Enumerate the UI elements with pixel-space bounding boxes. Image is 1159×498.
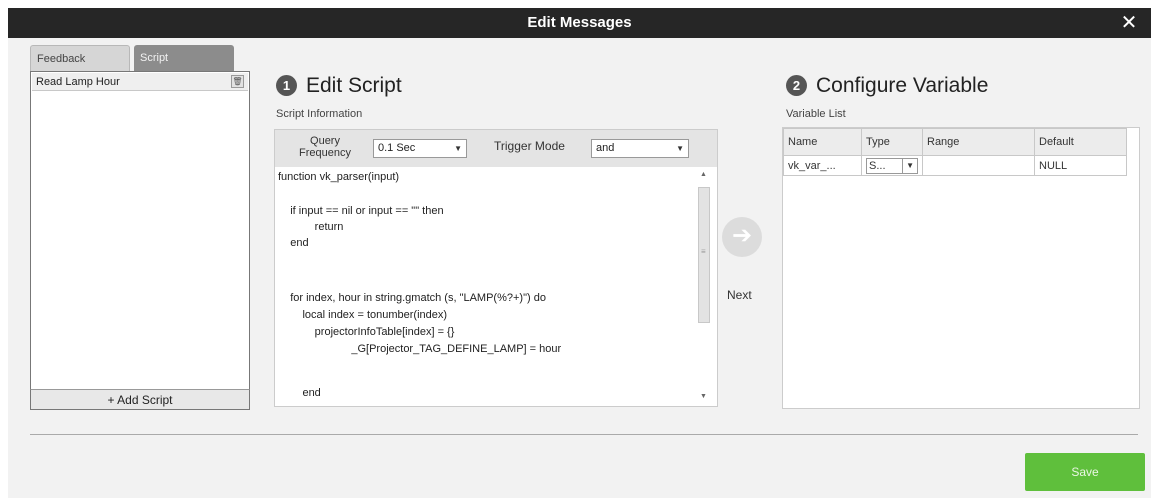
scrollbar-thumb[interactable]: ≡ [698,187,710,323]
script-item-read-lamp-hour[interactable]: Read Lamp Hour 🗑 [32,73,248,91]
code-line: end [278,387,321,399]
trigger-mode-select[interactable]: and ▼ [591,139,689,158]
tab-feedback[interactable]: Feedback [30,45,130,71]
tab-script[interactable]: Script [134,45,234,71]
table-header-row: Name Type Range Default [783,128,1127,156]
variable-name-cell[interactable]: vk_var_... [783,155,862,176]
arrow-right-icon: ➔ [731,222,753,249]
window-title: Edit Messages [527,14,632,31]
add-script-button[interactable]: + Add Script [30,389,250,410]
variable-table: Name Type Range Default vk_var_... S... … [783,128,1127,176]
trash-icon[interactable]: 🗑 [231,75,244,88]
code-line: if input == nil or input == "" then [278,205,444,217]
edit-script-title: Edit Script [306,74,402,97]
edit-messages-dialog: Feedback Script Read Lamp Hour 🗑 + Add S… [8,38,1151,498]
next-label: Next [727,288,752,302]
code-line: for index, hour in string.gmatch (s, "LA… [278,292,546,304]
variable-default-cell[interactable]: NULL [1034,155,1127,176]
scroll-down-arrow-icon[interactable]: ▼ [696,393,711,405]
type-select[interactable]: S... ▼ [866,157,918,174]
column-header-name: Name [783,128,862,156]
code-editor[interactable]: function vk_parser(input) if input == ni… [278,171,686,405]
query-frequency-select[interactable]: 0.1 Sec ▼ [373,139,467,158]
column-header-range: Range [922,128,1035,156]
next-button[interactable]: ➔ [722,217,762,257]
save-button[interactable]: Save [1025,453,1145,491]
query-settings-bar: Query Frequency 0.1 Sec ▼ Trigger Mode a… [275,130,717,167]
query-frequency-label: Query Frequency [299,135,351,159]
script-information-label: Script Information [276,108,363,120]
variable-range-cell[interactable] [922,155,1035,176]
title-bar: Edit Messages ✕ [8,8,1151,38]
table-row[interactable]: vk_var_... S... ▼ NULL [783,155,1127,176]
code-line: local index = tonumber(index) [278,309,448,321]
chevron-down-icon: ▼ [676,144,684,153]
script-editor-panel: Query Frequency 0.1 Sec ▼ Trigger Mode a… [274,129,718,407]
code-line: function vk_parser(input) [278,171,400,183]
chevron-down-icon: ▼ [906,160,914,170]
code-line: _G[Projector_TAG_DEFINE_LAMP] = hour [278,343,562,355]
type-value: S... [869,159,886,172]
variable-list-panel: Name Type Range Default vk_var_... S... … [782,127,1140,409]
trigger-mode-value: and [596,142,615,154]
script-list: Read Lamp Hour 🗑 [30,71,250,409]
query-frequency-value: 0.1 Sec [378,142,416,154]
step-one-badge: 1 [276,75,297,96]
grip-icon: ≡ [701,247,706,256]
variable-list-label: Variable List [786,108,846,120]
code-line: return [278,221,344,233]
column-header-type: Type [861,128,923,156]
variable-type-cell[interactable]: S... ▼ [861,155,923,176]
chevron-down-icon: ▼ [454,144,462,153]
step-two-badge: 2 [786,75,807,96]
code-line: end [278,237,309,249]
code-scrollbar[interactable]: ▲ ≡ ▼ [696,171,711,405]
close-icon[interactable]: ✕ [1117,8,1141,38]
footer-divider [30,434,1138,435]
configure-variable-title: Configure Variable [816,74,989,97]
script-item-label: Read Lamp Hour [36,76,120,88]
trigger-mode-label: Trigger Mode [494,139,565,153]
scroll-up-arrow-icon[interactable]: ▲ [696,171,711,183]
column-header-default: Default [1034,128,1127,156]
code-line: projectorInfoTable[index] = {} [278,326,455,338]
